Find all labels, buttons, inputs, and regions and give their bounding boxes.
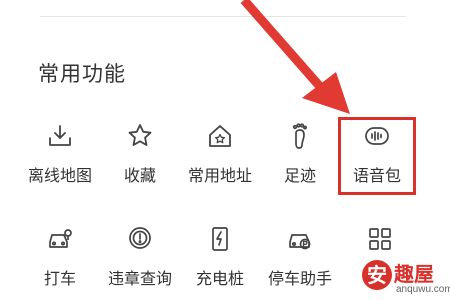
watermark-glyph: 安 <box>362 260 392 290</box>
watermark-name: 趣屋 <box>394 262 434 286</box>
tool-favorites[interactable]: 收藏 <box>100 122 180 192</box>
star-icon <box>126 122 154 150</box>
tool-label: 常用地址 <box>187 166 252 185</box>
download-tray-icon <box>46 122 74 150</box>
tool-label: 离线地图 <box>27 166 92 185</box>
tool-label: 停车助手 <box>267 269 332 288</box>
grid-more-icon <box>366 225 394 253</box>
highlight-box <box>338 117 416 195</box>
violation-search-icon <box>126 225 154 253</box>
charging-pile-icon <box>206 225 234 253</box>
app-screen: 常用功能 离线地图 收藏 常用地址 足迹 语音包 打车 违章查询 充电桩 停车助… <box>0 0 450 300</box>
tool-footprints[interactable]: 足迹 <box>260 122 340 192</box>
tool-violation-query[interactable]: 违章查询 <box>100 225 180 295</box>
tool-parking-assistant[interactable]: 停车助手 <box>260 225 340 295</box>
tool-label: 打车 <box>43 269 76 288</box>
taxi-icon <box>46 225 74 253</box>
home-star-icon <box>206 122 234 150</box>
parking-car-icon <box>286 225 314 253</box>
watermark-url: anquwu.com <box>396 284 450 295</box>
tool-charging-pile[interactable]: 充电桩 <box>180 225 260 295</box>
tool-label: 收藏 <box>123 166 156 185</box>
watermark-logo: 安 趣屋 anquwu.com <box>358 256 450 300</box>
tool-label: 充电桩 <box>195 269 244 288</box>
tool-offline-map[interactable]: 离线地图 <box>20 122 100 192</box>
tool-taxi[interactable]: 打车 <box>20 225 100 295</box>
tool-common-addresses[interactable]: 常用地址 <box>180 122 260 192</box>
tool-label: 违章查询 <box>107 269 172 288</box>
section-title: 常用功能 <box>38 62 126 86</box>
top-divider <box>40 16 406 17</box>
footprint-icon <box>286 122 314 150</box>
tool-label: 足迹 <box>283 166 316 185</box>
